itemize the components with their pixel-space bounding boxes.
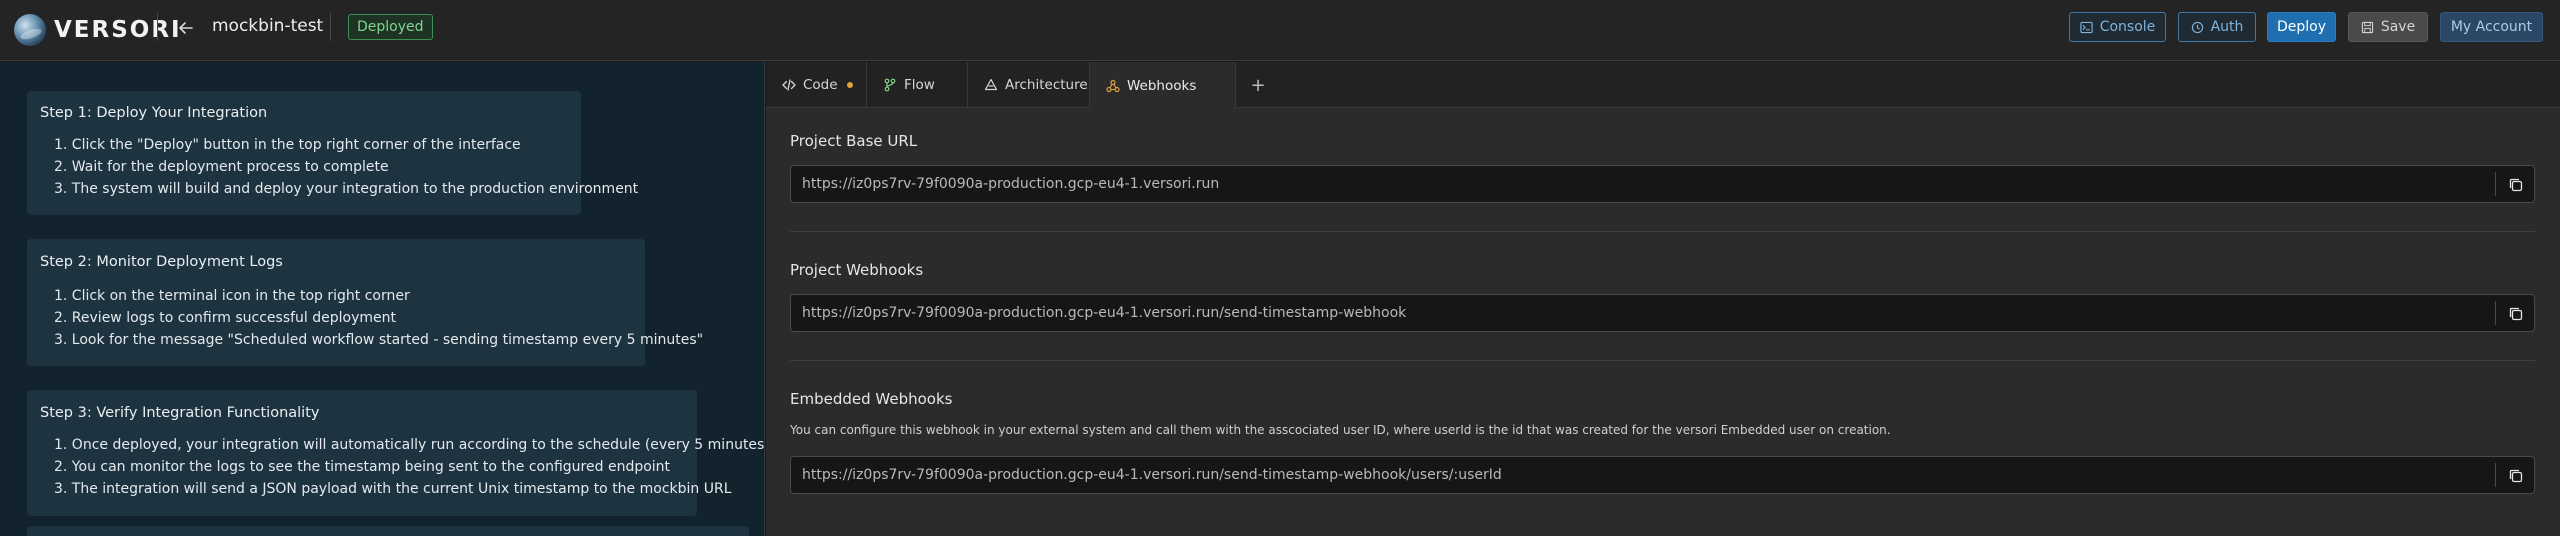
copy-icon	[2509, 307, 2523, 321]
console-button[interactable]: Console	[2069, 12, 2166, 42]
project-base-url-label: Project Base URL	[790, 132, 918, 150]
my-account-button-label: My Account	[2450, 19, 2533, 35]
tab-code[interactable]: Code	[766, 62, 867, 108]
step-line: 2. Review logs to confirm successful dep…	[54, 310, 396, 326]
tab-webhooks[interactable]: Webhooks	[1090, 62, 1236, 109]
step-title: Step 1: Deploy Your Integration	[40, 105, 268, 121]
embedded-webhooks-value: https://iz0ps7rv-79f0090a-production.gcp…	[802, 467, 1502, 483]
flow-icon	[884, 78, 896, 92]
copy-icon	[2509, 469, 2523, 483]
copy-base-url-button[interactable]	[2504, 173, 2528, 197]
tab-label: Webhooks	[1127, 77, 1197, 94]
shield-icon	[2191, 21, 2203, 33]
header-divider	[330, 13, 331, 41]
back-button[interactable]	[172, 14, 200, 42]
project-base-url-value: https://iz0ps7rv-79f0090a-production.gcp…	[802, 176, 1220, 192]
copy-icon	[2509, 178, 2523, 192]
tab-label: Architecture	[1005, 77, 1088, 93]
step-line: 1. Click the "Deploy" button in the top …	[54, 137, 521, 153]
editor-panel: Code Flow Architecture Webhooks + Projec…	[766, 62, 2560, 536]
field-divider	[2495, 463, 2496, 487]
step-line: 2. Wait for the deployment process to co…	[54, 159, 389, 175]
logo-text: VERSORI	[54, 17, 182, 43]
code-icon	[782, 79, 796, 91]
tab-label: Code	[803, 77, 838, 93]
editor-tabs: Code Flow Architecture Webhooks +	[766, 62, 2560, 109]
my-account-button[interactable]: My Account	[2440, 12, 2543, 42]
project-webhooks-label: Project Webhooks	[790, 261, 924, 279]
section-divider	[790, 360, 2535, 361]
tab-architecture[interactable]: Architecture	[968, 62, 1090, 108]
auth-button-label: Auth	[2210, 19, 2244, 35]
deployment-instructions-panel: Step 1: Deploy Your Integration 1. Click…	[0, 62, 765, 536]
status-badge: Deployed	[348, 14, 433, 40]
deploy-button-label: Deploy	[2276, 19, 2327, 35]
copy-project-webhooks-button[interactable]	[2504, 302, 2528, 326]
add-tab-button[interactable]: +	[1246, 73, 1270, 97]
step-line: 1. Click on the terminal icon in the top…	[54, 288, 410, 304]
step-card-3: Step 3: Verify Integration Functionality	[27, 390, 697, 516]
save-button-label: Save	[2380, 19, 2416, 35]
header-divider	[157, 13, 158, 41]
step-line: 1. Once deployed, your integration will …	[54, 437, 765, 453]
plus-icon: +	[1250, 74, 1266, 96]
versori-globe-icon	[14, 14, 46, 46]
project-base-url-field[interactable]: https://iz0ps7rv-79f0090a-production.gcp…	[790, 165, 2535, 203]
field-divider	[2495, 172, 2496, 196]
project-webhooks-value: https://iz0ps7rv-79f0090a-production.gcp…	[802, 305, 1407, 321]
step-line: 3. Look for the message "Scheduled workf…	[54, 332, 704, 348]
embedded-webhooks-help: You can configure this webhook in your e…	[790, 423, 1891, 437]
step-line: 3. The integration will send a JSON payl…	[54, 481, 732, 497]
save-button[interactable]: Save	[2348, 12, 2428, 42]
arrow-left-icon	[179, 22, 193, 34]
step-title: Step 3: Verify Integration Functionality	[40, 405, 320, 421]
step-line: 3. The system will build and deploy your…	[54, 181, 639, 197]
step-line: 2. You can monitor the logs to see the t…	[54, 459, 671, 475]
webhooks-icon	[1106, 79, 1120, 92]
unsaved-changes-dot	[846, 82, 853, 88]
embedded-webhooks-label: Embedded Webhooks	[790, 390, 953, 408]
tab-flow[interactable]: Flow	[867, 62, 968, 108]
terminal-icon	[2080, 21, 2093, 33]
auth-button[interactable]: Auth	[2178, 12, 2256, 42]
section-divider	[790, 231, 2535, 232]
embedded-webhooks-field[interactable]: https://iz0ps7rv-79f0090a-production.gcp…	[790, 456, 2535, 494]
save-icon	[2361, 21, 2373, 33]
copy-embedded-webhooks-button[interactable]	[2504, 464, 2528, 488]
project-webhooks-field[interactable]: https://iz0ps7rv-79f0090a-production.gcp…	[790, 294, 2535, 332]
app-header: VERSORI mockbin-test Deployed Console Au…	[0, 0, 2560, 61]
step-card-4	[27, 526, 749, 536]
architecture-icon	[984, 78, 998, 91]
step-title: Step 2: Monitor Deployment Logs	[40, 254, 283, 270]
tab-label: Flow	[904, 77, 935, 93]
field-divider	[2495, 301, 2496, 325]
project-name: mockbin-test	[212, 16, 324, 36]
deploy-button[interactable]: Deploy	[2267, 12, 2336, 42]
console-button-label: Console	[2099, 19, 2156, 35]
